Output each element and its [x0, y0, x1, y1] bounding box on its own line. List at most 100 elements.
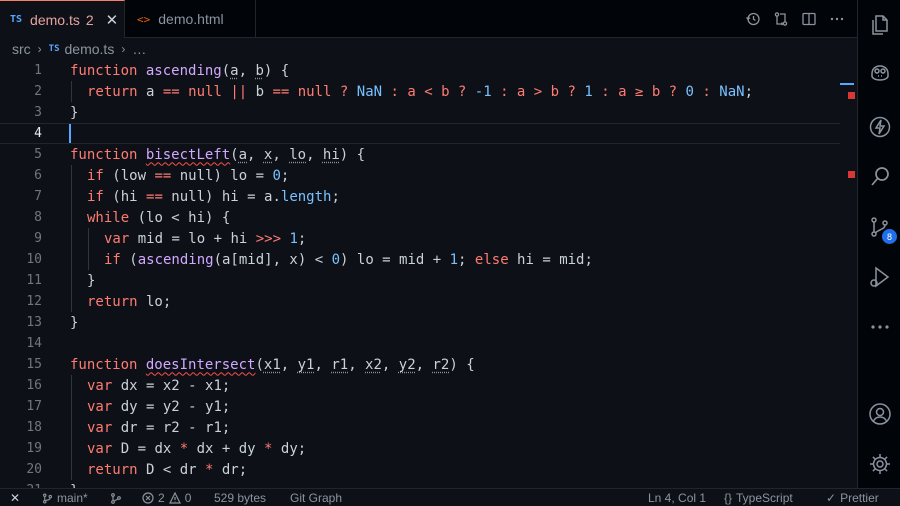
search-icon[interactable] — [858, 155, 900, 199]
error-marker — [848, 92, 855, 99]
breadcrumb-file[interactable]: demo.ts — [65, 41, 115, 57]
html-file-icon: <> — [137, 12, 151, 26]
code-line-current: 4 — [0, 123, 840, 144]
line-number: 17 — [26, 399, 42, 414]
language-label: TypeScript — [736, 491, 793, 505]
line-number: 15 — [26, 357, 42, 372]
code-line: 11 } — [0, 270, 840, 291]
cursor-position[interactable]: Ln 4, Col 1 — [648, 489, 706, 506]
check-double-icon: ✓ — [826, 491, 837, 505]
typescript-file-icon: TS — [10, 14, 23, 25]
line-code: return lo; — [87, 293, 172, 310]
error-marker — [848, 171, 855, 178]
line-code: var dr = r2 - r1; — [87, 419, 231, 436]
code-line: 9 var mid = lo + hi >>> 1; — [0, 228, 840, 249]
line-code: if (ascending(a[mid], x) < 0) lo = mid +… — [104, 251, 593, 268]
code-line: 12 return lo; — [0, 291, 840, 312]
warning-count: 0 — [184, 491, 192, 505]
code-line: 14 — [0, 333, 840, 354]
line-number: 12 — [26, 294, 42, 309]
branch-status[interactable]: main* — [42, 489, 88, 506]
split-editor-icon[interactable] — [801, 11, 817, 27]
code-line: 7 if (hi == null) hi = a.length; — [0, 186, 840, 207]
code-line: 19 var D = dx * dx + dy * dy; — [0, 438, 840, 459]
line-number: 11 — [26, 273, 42, 288]
sync-status[interactable] — [110, 489, 122, 506]
code-editor[interactable]: 1 function ascending(a, b) { 2 return a … — [0, 60, 857, 488]
code-line: 2 return a == null || b == null ? NaN : … — [0, 81, 840, 102]
history-icon[interactable] — [745, 11, 761, 27]
line-code: return a == null || b == null ? NaN : a … — [87, 83, 754, 100]
line-number: 19 — [26, 441, 42, 456]
compare-icon[interactable] — [773, 11, 789, 27]
explorer-icon[interactable] — [858, 3, 900, 47]
settings-icon[interactable] — [858, 442, 900, 486]
code-line: 15 function doesIntersect(x1, y1, r1, x2… — [0, 354, 840, 375]
account-icon[interactable] — [858, 392, 900, 436]
error-count: 2 — [158, 491, 165, 505]
line-code: while (lo < hi) { — [87, 209, 231, 226]
line-number: 3 — [34, 105, 42, 120]
more-actions-icon[interactable] — [829, 11, 845, 27]
line-code: function bisectLeft(a, x, lo, hi) { — [70, 146, 366, 163]
branch-icon — [43, 493, 52, 503]
tab-problem-count: 2 — [85, 11, 94, 28]
code-line: 8 while (lo < hi) { — [0, 207, 840, 228]
breadcrumb: src › TS demo.ts › … — [0, 38, 857, 60]
code-line: 21 } — [0, 480, 840, 489]
source-control-icon[interactable]: 8 — [858, 205, 900, 249]
code-line: 20 return D < dr * dr; — [0, 459, 840, 480]
line-code: if (hi == null) hi = a.length; — [87, 188, 340, 205]
remote-indicator[interactable]: ✕ — [0, 489, 30, 506]
line-number: 18 — [26, 420, 42, 435]
prettier-label: Prettier — [840, 491, 879, 505]
chevron-right-icon: › — [121, 42, 126, 56]
line-number: 14 — [26, 336, 42, 351]
lightning-icon[interactable] — [858, 105, 900, 149]
error-icon — [142, 492, 154, 504]
sync-icon — [111, 493, 121, 504]
chevron-right-icon: › — [37, 42, 42, 56]
line-code: } — [70, 104, 79, 121]
line-number: 13 — [26, 315, 42, 330]
line-code: function doesIntersect(x1, y1, r1, x2, y… — [70, 356, 475, 373]
line-number: 10 — [26, 252, 42, 267]
editor-tab-bar: TS demo.ts 2 ✕ <> demo.html — [0, 0, 857, 38]
file-size: 529 bytes — [214, 491, 267, 505]
breadcrumb-folder[interactable]: src — [12, 41, 31, 57]
code-line: 10 if (ascending(a[mid], x) < 0) lo = mi… — [0, 249, 840, 270]
language-mode[interactable]: {} TypeScript — [724, 489, 793, 506]
text-cursor — [69, 124, 71, 143]
close-icon[interactable]: ✕ — [106, 11, 119, 29]
code-line: 3 } — [0, 102, 840, 123]
prettier-status[interactable]: ✓ Prettier — [826, 489, 879, 506]
more-icon[interactable] — [858, 305, 900, 349]
line-number: 20 — [26, 462, 42, 477]
line-number: 8 — [34, 210, 42, 225]
problems-status[interactable]: 2 0 — [142, 489, 191, 506]
cursor-position-marker — [840, 83, 854, 85]
run-debug-icon[interactable] — [858, 255, 900, 299]
tab-label: demo.ts — [30, 11, 80, 28]
braces-icon: {} — [724, 491, 733, 505]
breadcrumb-more[interactable]: … — [132, 41, 146, 57]
branch-name: main* — [57, 491, 88, 505]
line-number: 4 — [34, 126, 42, 141]
line-number: 9 — [34, 231, 42, 246]
activity-bar: 8 — [857, 0, 900, 488]
line-code: } — [87, 272, 96, 289]
line-code: return D < dr * dr; — [87, 461, 248, 478]
git-graph-button[interactable]: Git Graph — [290, 489, 342, 506]
line-number: 16 — [26, 378, 42, 393]
copilot-icon[interactable] — [858, 50, 900, 94]
code-line: 17 var dy = y2 - y1; — [0, 396, 840, 417]
line-code: var D = dx * dx + dy * dy; — [87, 440, 307, 457]
line-number: 2 — [34, 84, 42, 99]
tab-demo-html[interactable]: <> demo.html — [125, 0, 256, 38]
warning-icon — [168, 492, 181, 504]
editor-actions — [745, 0, 857, 38]
line-code: function ascending(a, b) { — [70, 62, 290, 79]
tab-demo-ts[interactable]: TS demo.ts 2 ✕ — [0, 0, 125, 38]
code-line: 5 function bisectLeft(a, x, lo, hi) { — [0, 144, 840, 165]
status-bar: ✕ main* 2 0 529 bytes Git Graph Ln 4, Co… — [0, 488, 900, 506]
